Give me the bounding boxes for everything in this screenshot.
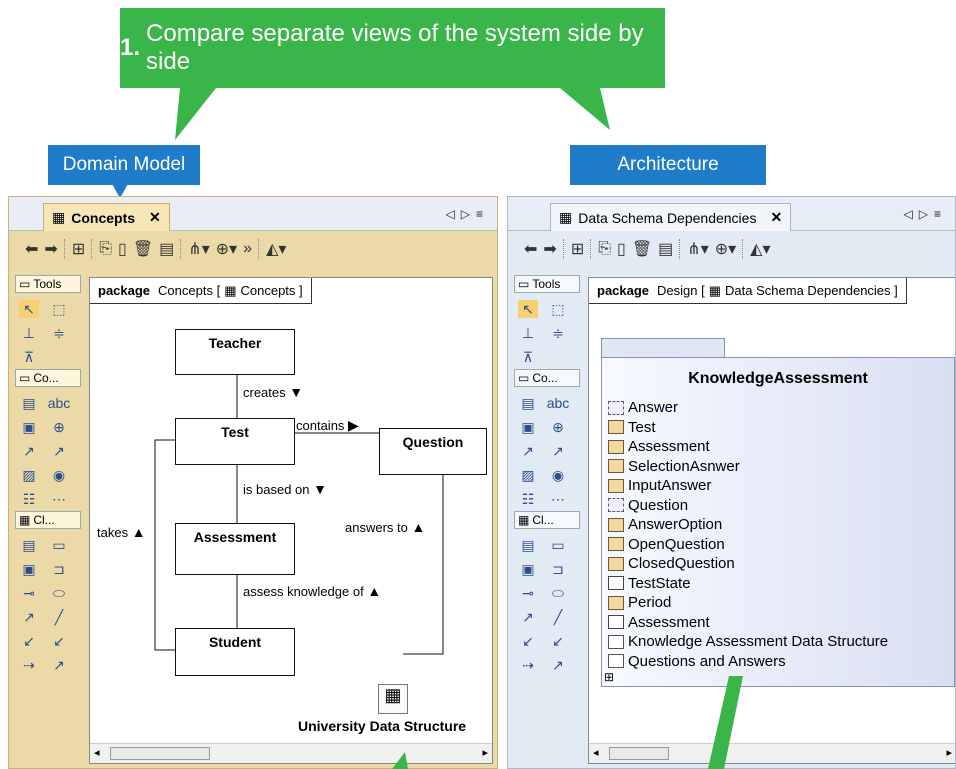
bottom-pointers	[392, 676, 743, 769]
screenshot: 1. Compare separate views of the system …	[0, 0, 956, 769]
